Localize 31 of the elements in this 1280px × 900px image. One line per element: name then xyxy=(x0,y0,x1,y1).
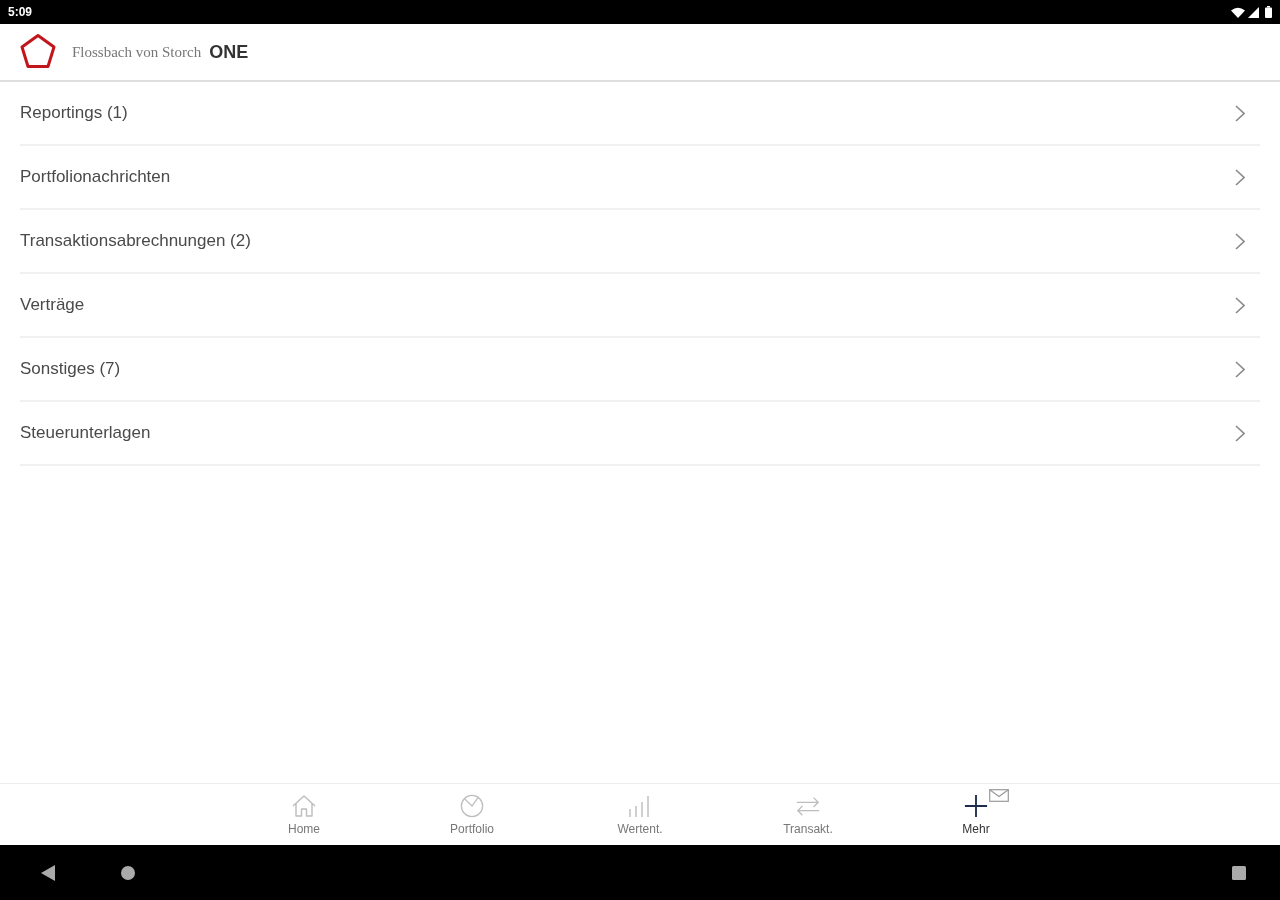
nav-tab[interactable]: Home xyxy=(220,784,388,845)
plus-icon xyxy=(963,794,989,818)
battery-icon xyxy=(1265,6,1272,18)
recents-square-icon[interactable] xyxy=(1232,865,1246,880)
chevron-right-icon xyxy=(1235,104,1245,122)
nav-tab[interactable]: Wertent. xyxy=(556,784,724,845)
menu-item[interactable]: Portfolionachrichten xyxy=(20,146,1260,210)
chevron-right-icon xyxy=(1235,424,1245,442)
menu-item[interactable]: Sonstiges (7) xyxy=(20,338,1260,402)
back-icon[interactable] xyxy=(41,864,55,881)
house-icon xyxy=(291,794,317,818)
status-time: 5:09 xyxy=(8,5,33,19)
home-circle-icon[interactable] xyxy=(121,865,135,880)
signal-icon xyxy=(1248,6,1259,18)
menu-item[interactable]: Transaktionsabrechnungen (2) xyxy=(20,210,1260,274)
nav-tab[interactable]: Portfolio xyxy=(388,784,556,845)
pentagon-logo-icon xyxy=(19,33,57,71)
brand-name: Flossbach von Storch xyxy=(72,43,202,61)
chevron-right-icon xyxy=(1235,232,1245,250)
chevron-right-icon xyxy=(1235,168,1245,186)
chevron-right-icon xyxy=(1235,360,1245,378)
chevron-right-icon xyxy=(1235,296,1245,314)
nav-tab[interactable]: Transakt. xyxy=(724,784,892,845)
pie-chart-icon xyxy=(459,794,485,818)
nav-tab[interactable]: Mehr xyxy=(892,784,1060,845)
menu-item[interactable]: Steuerunterlagen xyxy=(20,402,1260,466)
menu-item[interactable]: Reportings (1) xyxy=(20,82,1260,146)
menu-item[interactable]: Verträge xyxy=(20,274,1260,338)
wifi-icon xyxy=(1231,6,1245,18)
envelope-icon xyxy=(989,789,1009,802)
product-name: ONE xyxy=(209,41,249,63)
